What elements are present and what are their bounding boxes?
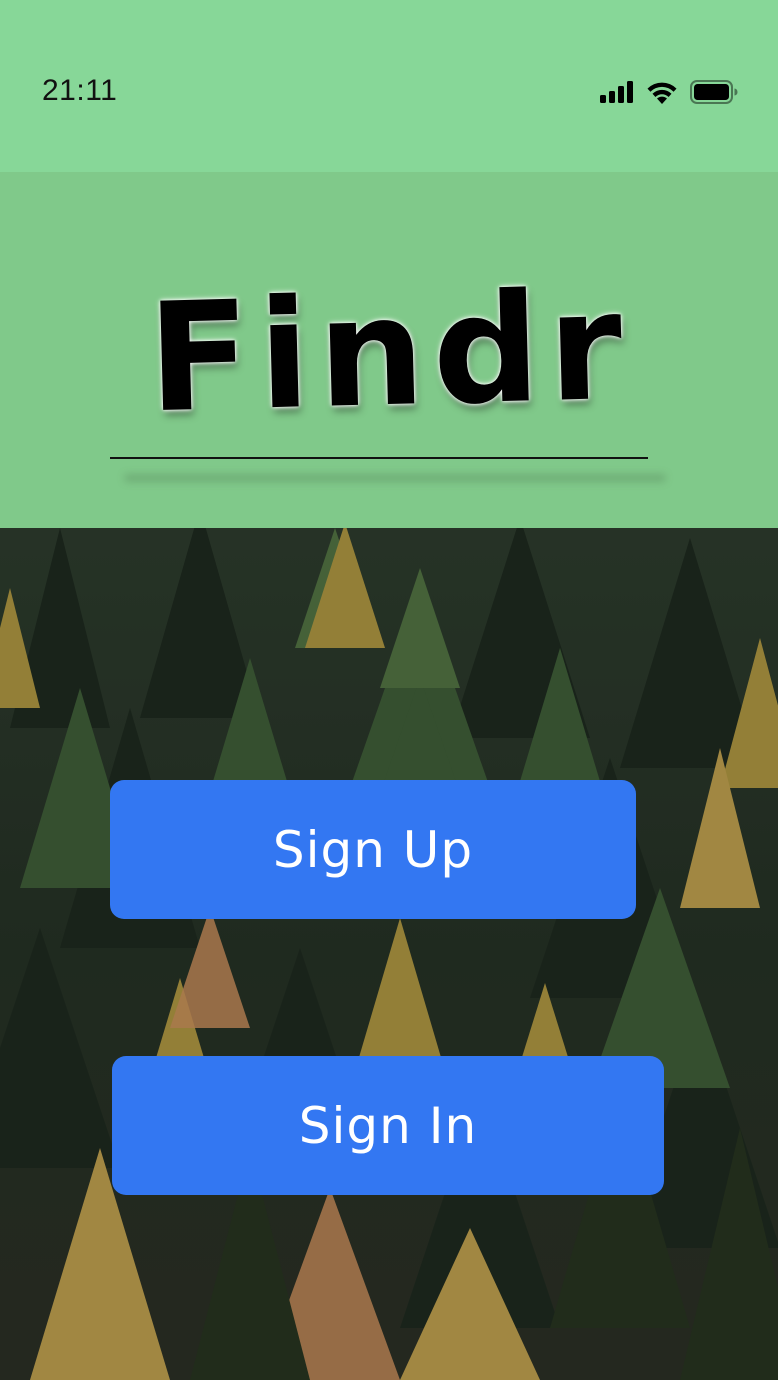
status-icons	[600, 78, 738, 106]
wifi-icon	[646, 80, 678, 104]
app-title: Findr	[145, 259, 633, 447]
sign-in-button[interactable]: Sign In	[112, 1056, 664, 1195]
title-underline	[110, 457, 648, 459]
status-time: 21:11	[42, 74, 118, 107]
cellular-signal-icon	[600, 81, 634, 103]
forest-background-image	[0, 528, 778, 1380]
title-underline-shadow	[124, 474, 666, 482]
battery-icon	[690, 80, 738, 104]
status-bar: 21:11	[0, 0, 778, 172]
sign-up-button[interactable]: Sign Up	[110, 780, 636, 919]
